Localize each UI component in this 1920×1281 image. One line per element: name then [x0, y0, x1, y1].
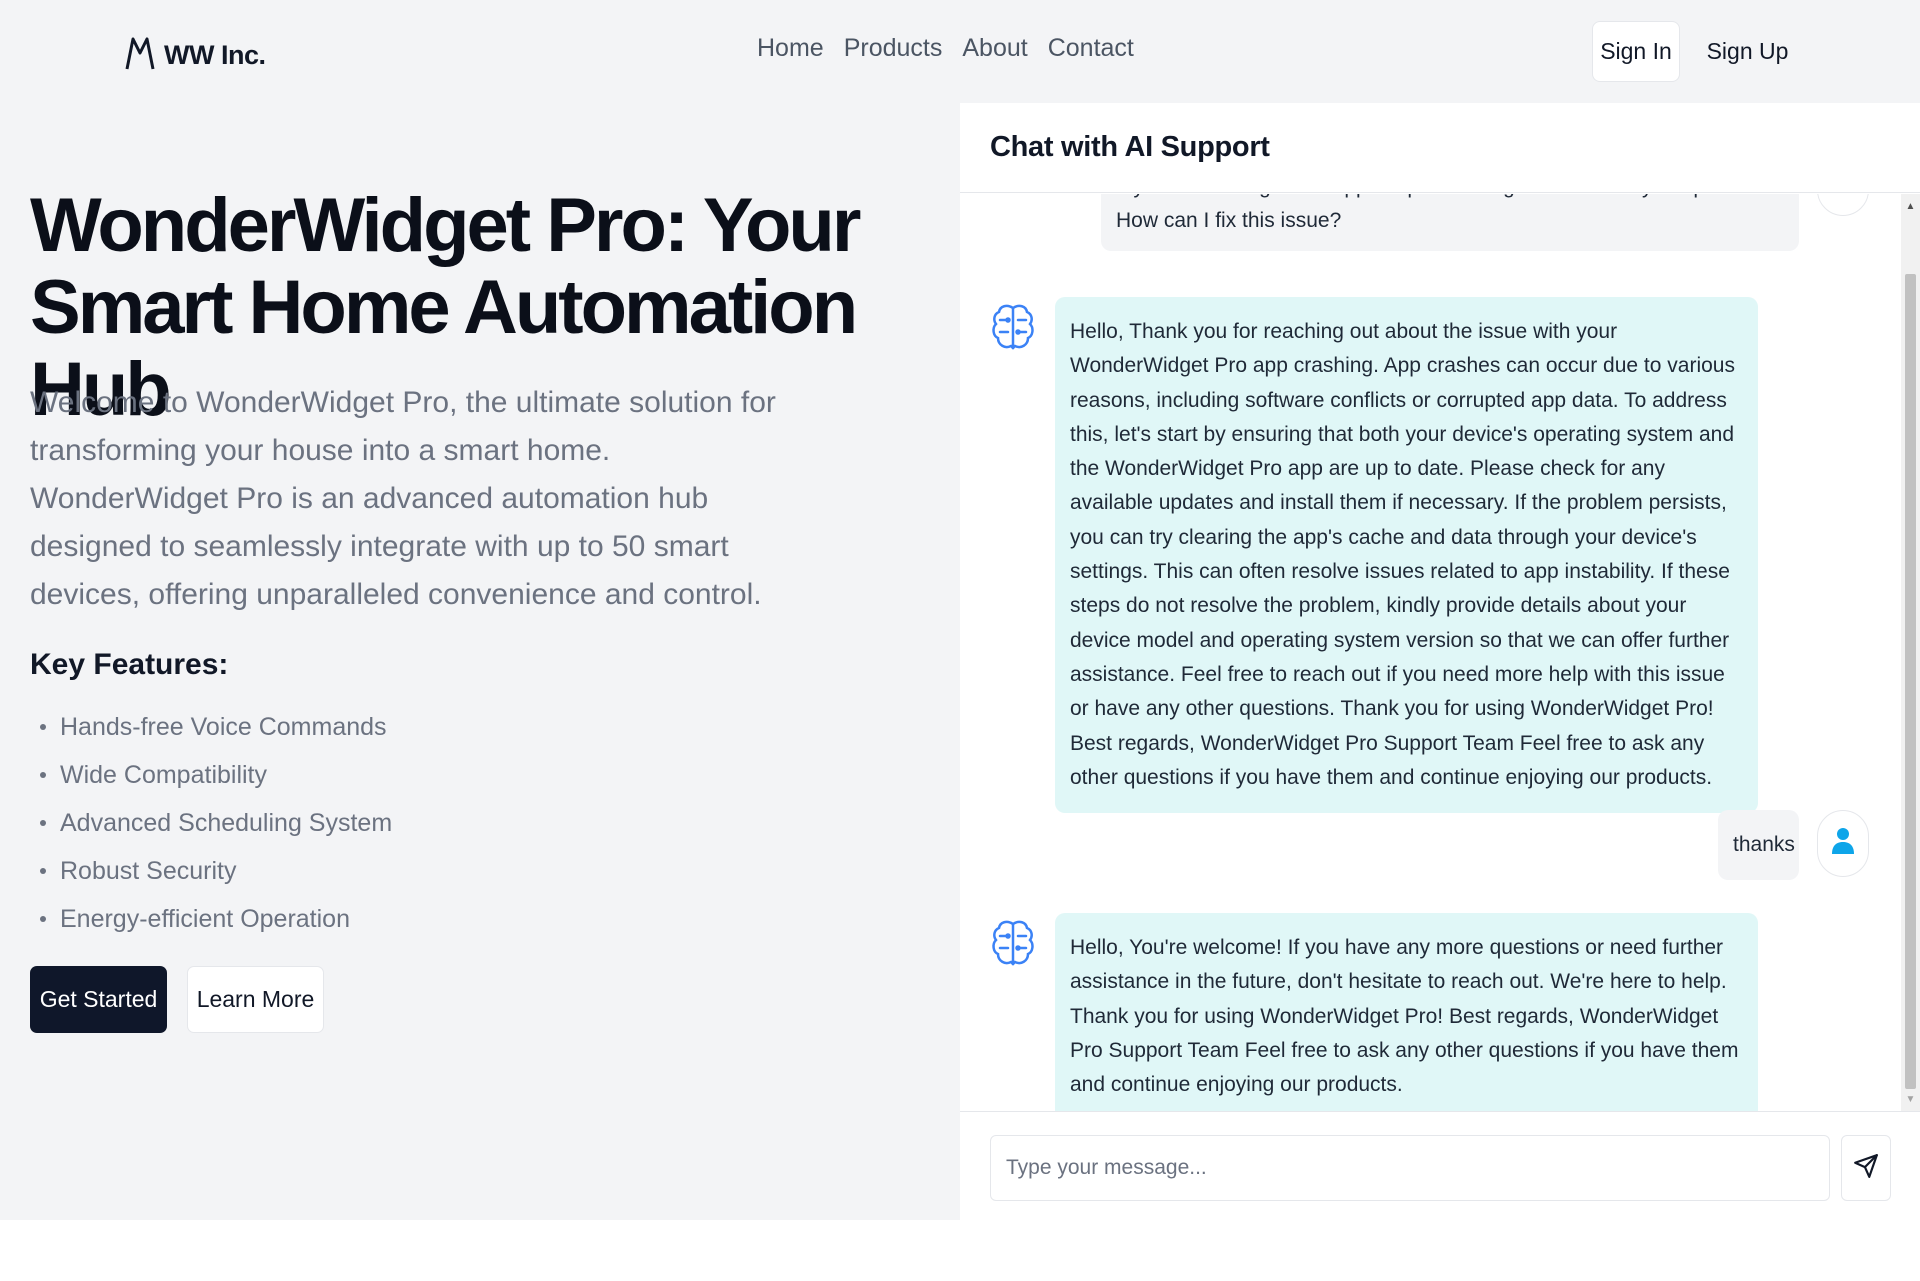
get-started-button[interactable]: Get Started [30, 966, 167, 1033]
chat-composer [960, 1111, 1920, 1220]
feature-label: Energy-efficient Operation [60, 905, 350, 933]
brand[interactable]: WW Inc. [124, 33, 266, 78]
main-nav: Home Products About Contact [757, 34, 1134, 63]
bullet-icon [40, 868, 46, 874]
feature-item: Hands-free Voice Commands [40, 703, 392, 751]
feature-label: Advanced Scheduling System [60, 809, 393, 837]
features-list: Hands-free Voice Commands Wide Compatibi… [40, 703, 392, 943]
hero-description: Welcome to WonderWidget Pro, the ultimat… [30, 386, 776, 611]
brain-icon [991, 918, 1035, 975]
mountain-logo-icon [124, 33, 156, 78]
feature-label: Robust Security [60, 857, 237, 885]
scroll-up-arrow-icon[interactable]: ▲ [1901, 196, 1920, 216]
bot-avatar [990, 302, 1036, 358]
assistant-message: Hello, You're welcome! If you have any m… [1055, 913, 1758, 1111]
bullet-icon [40, 916, 46, 922]
message-text: My WonderWidget Pro app keeps crashing w… [1116, 194, 1751, 233]
features-title: Key Features: [30, 648, 229, 681]
site-header: WW Inc. Home Products About Contact Sign… [0, 0, 1920, 103]
bullet-icon [40, 820, 46, 826]
hero-section: WonderWidget Pro: Your Smart Home Automa… [0, 103, 960, 1220]
nav-contact[interactable]: Contact [1048, 34, 1134, 63]
message-text: Hello, Thank you for reaching out about … [1070, 320, 1735, 789]
user-avatar [1817, 810, 1869, 877]
brand-name: WW Inc. [164, 40, 266, 70]
chat-scrollbar[interactable]: ▲ ▼ [1901, 194, 1920, 1111]
scrollbar-thumb[interactable] [1905, 274, 1916, 1089]
user-avatar [1817, 194, 1869, 216]
feature-item: Advanced Scheduling System [40, 799, 392, 847]
send-button[interactable] [1841, 1135, 1891, 1201]
chat-messages[interactable]: My WonderWidget Pro app keeps crashing w… [960, 194, 1901, 1111]
bot-avatar [990, 918, 1036, 974]
chat-header: Chat with AI Support [960, 103, 1920, 193]
user-icon [1831, 827, 1855, 860]
chat-panel: Chat with AI Support My WonderWidget Pro… [960, 103, 1920, 1220]
feature-item: Robust Security [40, 847, 392, 895]
sign-in-button[interactable]: Sign In [1592, 21, 1680, 82]
message-text: Hello, You're welcome! If you have any m… [1070, 936, 1739, 1097]
feature-label: Wide Compatibility [60, 761, 268, 789]
user-message: thanks [1718, 810, 1799, 881]
bullet-icon [40, 772, 46, 778]
nav-products[interactable]: Products [844, 34, 943, 63]
user-icon [1831, 194, 1855, 199]
feature-label: Hands-free Voice Commands [60, 713, 387, 741]
bullet-icon [40, 724, 46, 730]
chat-title: Chat with AI Support [990, 131, 1270, 163]
message-text: thanks [1733, 833, 1795, 856]
brain-icon [991, 302, 1035, 359]
scroll-down-arrow-icon[interactable]: ▼ [1901, 1089, 1920, 1109]
nav-home[interactable]: Home [757, 34, 824, 63]
learn-more-button[interactable]: Learn More [187, 966, 324, 1033]
assistant-message: Hello, Thank you for reaching out about … [1055, 297, 1758, 814]
feature-item: Energy-efficient Operation [40, 895, 392, 943]
send-icon [1853, 1153, 1879, 1184]
feature-item: Wide Compatibility [40, 751, 392, 799]
sign-up-button[interactable]: Sign Up [1700, 21, 1795, 82]
nav-about[interactable]: About [962, 34, 1027, 63]
user-message: My WonderWidget Pro app keeps crashing w… [1101, 194, 1799, 251]
chat-message-input[interactable] [990, 1135, 1830, 1201]
